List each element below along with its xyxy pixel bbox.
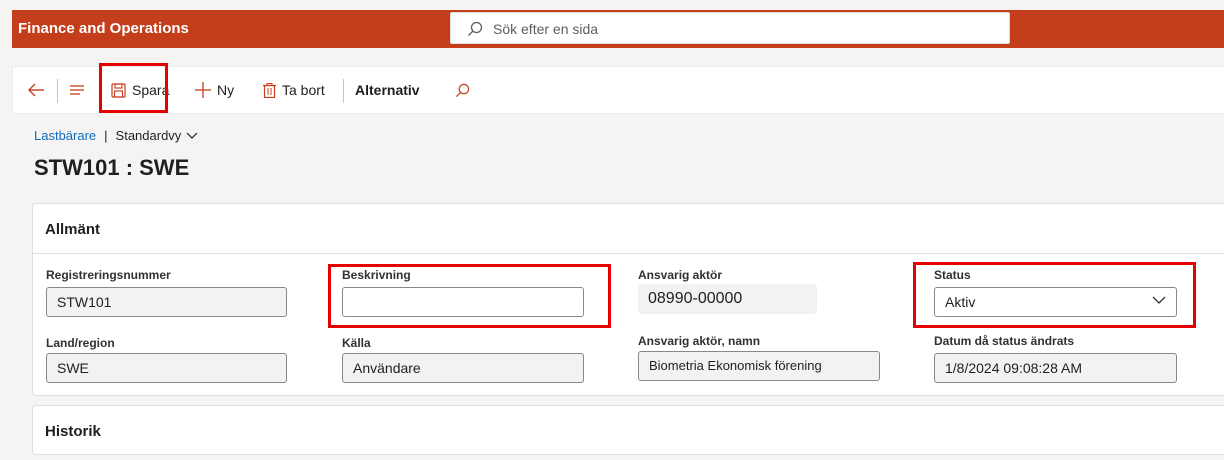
- new-button[interactable]: Ny: [195, 67, 234, 113]
- source-label: Källa: [342, 336, 371, 350]
- app-title[interactable]: Finance and Operations: [18, 20, 189, 37]
- menu-lines-icon: [70, 85, 84, 95]
- search-input[interactable]: [491, 17, 995, 41]
- view-selector[interactable]: Standardvy: [116, 128, 199, 143]
- country-label: Land/region: [46, 336, 115, 350]
- page-title: STW101 : SWE: [34, 155, 190, 180]
- source-field[interactable]: Användare: [342, 353, 584, 383]
- search-icon: [468, 21, 483, 36]
- back-arrow-icon: [28, 83, 44, 97]
- search-icon: [455, 83, 470, 97]
- trash-icon: [263, 82, 276, 98]
- options-tab[interactable]: Alternativ: [355, 67, 420, 113]
- status-changed-field[interactable]: 1/8/2024 09:08:28 AM: [934, 353, 1177, 383]
- plus-icon: [195, 82, 211, 98]
- new-label: Ny: [217, 82, 235, 98]
- history-section[interactable]: Historik: [32, 405, 1224, 455]
- responsible-actor-field[interactable]: 08990-00000: [638, 284, 817, 314]
- highlight-status: [913, 262, 1196, 328]
- highlight-save: [99, 63, 168, 113]
- toolbar-divider: [57, 79, 58, 103]
- actor-name-label: Ansvarig aktör, namn: [638, 334, 761, 348]
- chevron-down-icon: [186, 132, 198, 139]
- actor-name-field[interactable]: Biometria Ekonomisk förening: [638, 351, 880, 381]
- search-box[interactable]: [450, 12, 1010, 44]
- delete-label: Ta bort: [282, 82, 325, 98]
- action-pane: Spara Ny Ta bort Alternativ: [12, 66, 1224, 114]
- highlight-description: [328, 264, 611, 328]
- breadcrumb-link[interactable]: Lastbärare: [34, 128, 96, 143]
- toolbar-divider: [343, 79, 344, 103]
- view-name: Standardvy: [115, 128, 182, 143]
- country-field[interactable]: SWE: [46, 353, 287, 383]
- status-changed-label: Datum då status ändrats: [934, 334, 1075, 348]
- delete-button[interactable]: Ta bort: [263, 67, 325, 113]
- section-heading-general[interactable]: Allmänt: [45, 221, 100, 238]
- breadcrumb: Lastbärare | Standardvy: [34, 128, 198, 143]
- section-divider: [33, 253, 1224, 254]
- breadcrumb-separator: |: [104, 128, 108, 143]
- reg-number-label: Registreringsnummer: [46, 268, 171, 282]
- options-label: Alternativ: [355, 82, 420, 98]
- app-header: Finance and Operations: [12, 10, 1224, 48]
- reg-number-field[interactable]: STW101: [46, 287, 287, 317]
- top-bar: Finance and Operations: [0, 0, 1224, 58]
- back-button[interactable]: [27, 67, 45, 113]
- section-heading-history[interactable]: Historik: [45, 423, 101, 440]
- responsible-actor-label: Ansvarig aktör: [638, 268, 723, 282]
- toolbar-search-button[interactable]: [455, 67, 470, 113]
- menu-button[interactable]: [70, 67, 84, 113]
